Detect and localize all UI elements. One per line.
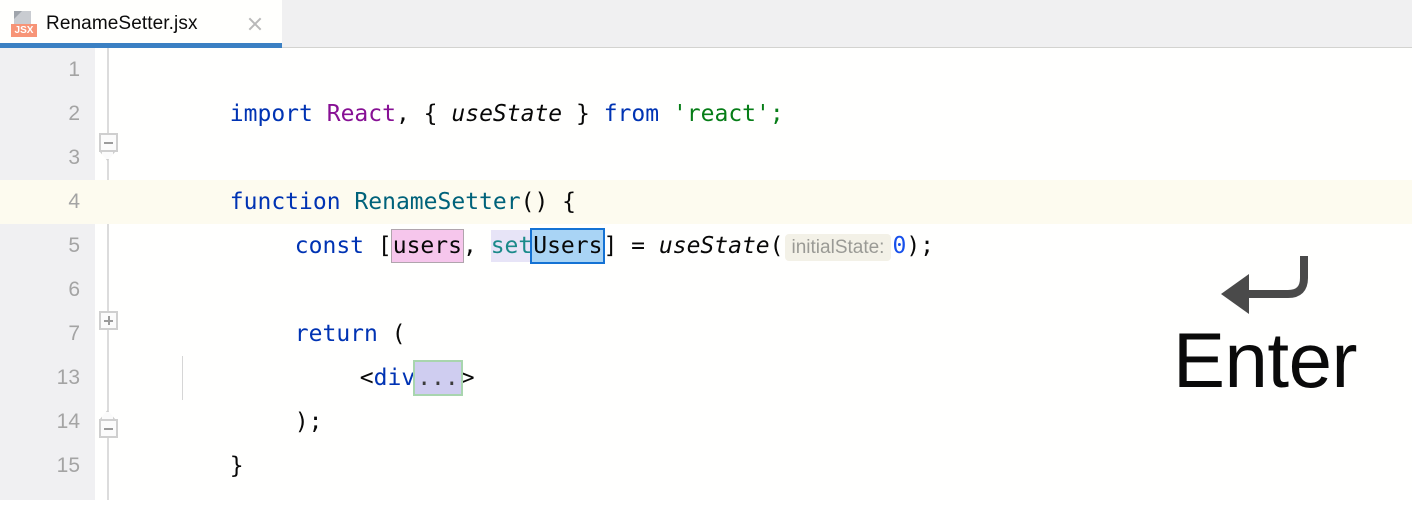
line-number: 2: [68, 102, 80, 125]
close-icon[interactable]: [245, 14, 265, 34]
code-line-4[interactable]: 4 const [users, setUsers] = useState(ini…: [0, 180, 1412, 264]
line-number: 13: [56, 366, 80, 389]
line-number: 4: [68, 190, 80, 213]
line-number: 7: [68, 322, 80, 345]
line-number: 1: [68, 58, 80, 81]
editor-window: JSX RenameSetter.jsx 1 import React, {u…: [0, 0, 1412, 500]
line-number: 14: [56, 410, 80, 433]
enter-key-overlay: Enter: [1130, 248, 1400, 433]
line-number: 3: [68, 146, 80, 169]
line-number: 5: [68, 234, 80, 257]
jsx-file-icon: JSX: [11, 10, 37, 38]
code-text: }: [119, 400, 244, 479]
code-line-2[interactable]: 2: [0, 92, 1412, 136]
code-text: );: [184, 356, 323, 435]
editor-tab-bar: JSX RenameSetter.jsx: [0, 0, 1412, 48]
line-number: 15: [56, 454, 80, 477]
line-number: 6: [68, 278, 80, 301]
jsx-badge-label: JSX: [11, 24, 37, 37]
tab-active-underline: [0, 43, 282, 48]
tab-renamesetter-jsx[interactable]: JSX RenameSetter.jsx: [0, 0, 282, 48]
code-text: import React, { useState } from 'react';: [119, 48, 784, 127]
code-text: return (: [184, 268, 406, 347]
code-text: function RenameSetter() {: [119, 136, 576, 215]
code-line-3[interactable]: 3 function RenameSetter() {: [0, 136, 1412, 215]
tab-label: RenameSetter.jsx: [46, 13, 198, 34]
code-line-15[interactable]: 15: [0, 444, 1412, 488]
code-line-1[interactable]: 1 import React, { useState } from 'react…: [0, 48, 1412, 127]
code-text: <div...>: [249, 312, 475, 396]
code-text: const [users, setUsers] = useState(initi…: [184, 180, 934, 264]
enter-key-label: Enter: [1173, 316, 1357, 404]
enter-return-arrow-icon: [1221, 256, 1308, 314]
